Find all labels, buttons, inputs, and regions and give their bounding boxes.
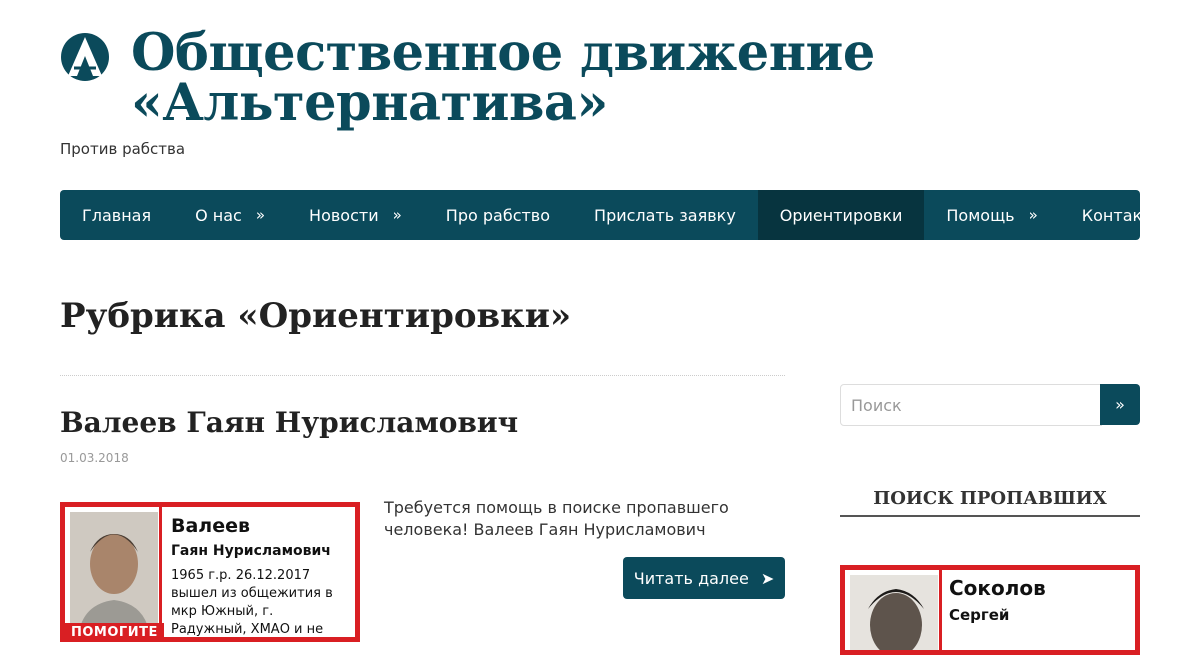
submenu-arrow-icon: » — [255, 206, 266, 224]
nav-item-label: Контакты — [1081, 205, 1140, 225]
card-surname: Соколов — [949, 576, 1046, 600]
nav-item-label: Ориентировки — [779, 205, 903, 225]
nav-item-label: Главная — [82, 205, 152, 225]
person-photo — [850, 575, 938, 650]
read-more-label: Читать далее — [633, 568, 749, 588]
card-given-name: Гаян Нурисламович — [171, 543, 331, 559]
person-photo — [70, 512, 158, 637]
nav-item-contacts[interactable]: Контакты — [1060, 190, 1140, 240]
post-thumbnail[interactable]: Валеев Гаян Нурисламович 1965 г.р. 26.12… — [60, 502, 360, 642]
submenu-arrow-icon: » — [1028, 206, 1038, 224]
nav-item-label: Про рабство — [445, 205, 551, 225]
search-input[interactable] — [840, 384, 1102, 426]
card-divider — [939, 570, 942, 650]
post-excerpt: Требуется помощь в поиске пропавшего чел… — [384, 498, 729, 539]
card-given-name: Сергей — [949, 606, 1010, 624]
site-tagline: Против рабства — [60, 140, 186, 158]
nav-item-home[interactable]: Главная — [60, 190, 173, 240]
site-logo-icon[interactable] — [60, 32, 110, 82]
nav-item-about-slavery[interactable]: Про рабство — [424, 190, 572, 240]
site-title-line2: «Альтернатива» — [131, 73, 608, 133]
nav-item-label: Прислать заявку — [594, 205, 736, 225]
search-button-label: » — [1115, 395, 1125, 414]
nav-item-orientations[interactable]: Ориентировки — [757, 190, 925, 240]
page-title: Рубрика «Ориентировки» — [60, 296, 572, 336]
arrow-right-icon: ➤ — [760, 568, 775, 588]
nav-item-label: Помощь — [946, 205, 1015, 225]
read-more-button[interactable]: Читать далее ➤ — [623, 557, 785, 599]
main-nav: Главная О нас » Новости » Про рабство Пр… — [60, 190, 1140, 240]
nav-item-help[interactable]: Помощь » — [924, 190, 1059, 240]
submenu-arrow-icon: » — [392, 206, 402, 224]
card-surname: Валеев — [171, 515, 251, 537]
card-description: 1965 г.р. 26.12.2017 вышел из общежития … — [171, 568, 333, 637]
divider — [60, 375, 785, 376]
sidebar-missing-card[interactable]: Соколов Сергей — [840, 565, 1140, 655]
nav-item-about[interactable]: О нас » — [173, 190, 287, 240]
site-title[interactable]: Общественное движение «Альтернатива» — [131, 28, 875, 129]
nav-item-label: О нас — [195, 205, 242, 225]
post-date: 01.03.2018 — [60, 451, 129, 465]
search-button[interactable]: » — [1100, 384, 1140, 425]
help-badge: ПОМОГИТЕ — [65, 623, 164, 637]
card-divider — [159, 507, 162, 637]
nav-item-submit-request[interactable]: Прислать заявку — [572, 190, 758, 240]
nav-item-news[interactable]: Новости » — [287, 190, 424, 240]
post-title[interactable]: Валеев Гаян Нурисламович — [60, 406, 518, 439]
widget-title-missing-search: ПОИСК ПРОПАВШИХ — [840, 488, 1140, 517]
nav-item-label: Новости — [309, 205, 379, 225]
